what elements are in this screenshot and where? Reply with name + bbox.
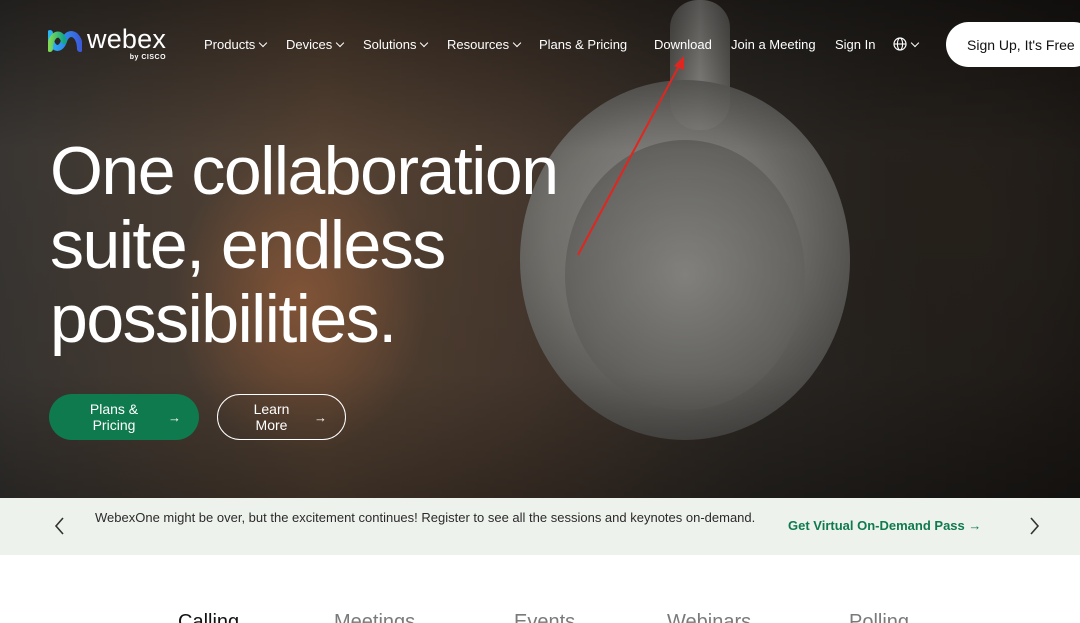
nav-join-meeting-label: Join a Meeting [731, 36, 816, 52]
chevron-down-icon [336, 38, 345, 47]
logo-wordmark: webex [87, 24, 167, 54]
chevron-down-icon [420, 38, 429, 47]
nav-plans-pricing-label: Plans & Pricing [539, 36, 628, 52]
nav-solutions-label: Solutions [363, 36, 417, 52]
nav-devices[interactable]: Devices [286, 36, 345, 52]
nav-join-meeting[interactable]: Join a Meeting [731, 36, 816, 52]
announcement-banner: WebexOne might be over, but the exciteme… [0, 498, 1080, 555]
nav-products-label: Products [204, 36, 256, 52]
arrow-right-icon: → [968, 518, 982, 533]
arrow-right-icon: → [168, 409, 181, 425]
nav-download-label: Download [654, 36, 712, 52]
nav-sign-in[interactable]: Sign In [835, 36, 875, 52]
nav-resources[interactable]: Resources [447, 36, 522, 52]
product-tabs: Calling Meetings Events Webinars Polling [0, 555, 1080, 623]
learn-more-button-label: Learn More [253, 401, 290, 433]
arrow-right-icon: → [314, 409, 327, 425]
signup-button[interactable]: Sign Up, It's Free [946, 22, 1080, 67]
hero-title-line: One collaboration [50, 133, 559, 209]
top-navigation: webex by CISCO Products Devices Solution… [0, 0, 1080, 90]
language-selector[interactable] [893, 36, 920, 52]
nav-devices-label: Devices [286, 36, 333, 52]
nav-sign-in-label: Sign In [835, 36, 876, 52]
on-demand-pass-link[interactable]: Get Virtual On-Demand Pass → [788, 518, 981, 533]
chevron-down-icon [512, 38, 522, 47]
tab-calling[interactable]: Calling [178, 611, 239, 623]
tab-webinars[interactable]: Webinars [667, 611, 751, 623]
webex-logo[interactable]: webex by CISCO [48, 26, 166, 61]
tab-events[interactable]: Events [514, 611, 575, 623]
chevron-left-icon[interactable] [52, 516, 68, 536]
hero-title-line: possibilities. [50, 281, 397, 357]
plans-pricing-button-label: Plans & Pricing [89, 401, 139, 433]
banner-message: WebexOne might be over, but the exciteme… [95, 510, 756, 525]
tab-polling[interactable]: Polling [849, 611, 909, 623]
hero-title: One collaboration suite, endless possibi… [50, 134, 670, 356]
hero-title-line: suite, endless [50, 207, 446, 283]
tab-meetings[interactable]: Meetings [334, 611, 415, 623]
learn-more-button[interactable]: Learn More → [217, 394, 346, 440]
chevron-down-icon [910, 38, 920, 47]
chevron-right-icon[interactable] [1026, 516, 1042, 536]
logo-byline: by CISCO [129, 54, 167, 61]
nav-resources-label: Resources [447, 36, 510, 52]
nav-solutions[interactable]: Solutions [363, 36, 429, 52]
on-demand-pass-link-label: Get Virtual On-Demand Pass [788, 518, 965, 533]
chevron-down-icon [259, 38, 268, 47]
nav-download[interactable]: Download [654, 36, 712, 52]
webex-logo-icon [48, 30, 82, 52]
globe-icon [893, 37, 907, 51]
nav-products[interactable]: Products [204, 36, 268, 52]
nav-plans-pricing[interactable]: Plans & Pricing [539, 36, 627, 52]
plans-pricing-button[interactable]: Plans & Pricing → [49, 394, 199, 440]
